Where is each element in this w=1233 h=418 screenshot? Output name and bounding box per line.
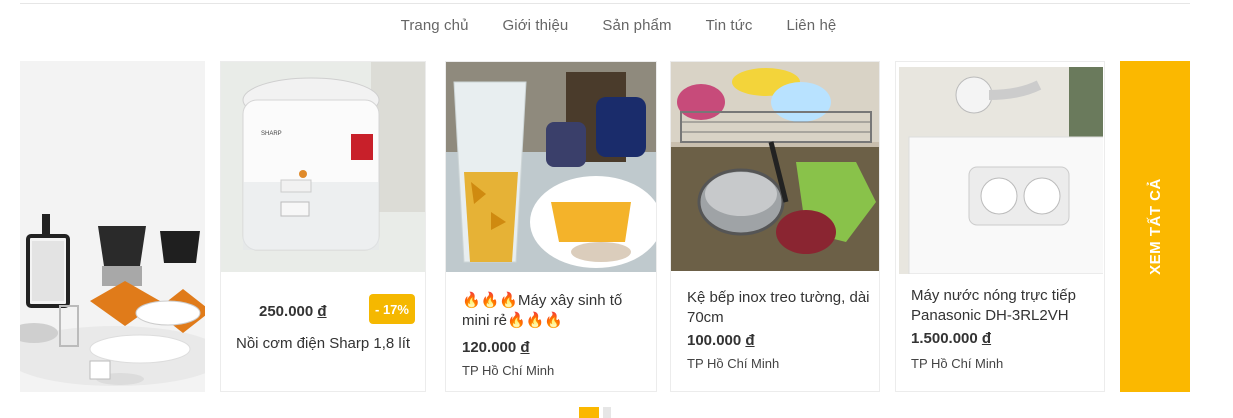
see-all-button[interactable]: XEM TẤT CẢ — [1120, 61, 1190, 392]
product-price: 120.000 đ — [462, 339, 530, 356]
nav-home[interactable]: Trang chủ — [401, 17, 469, 34]
product-price: 1.500.000 đ — [911, 330, 992, 347]
nav-about[interactable]: Giới thiệu — [503, 17, 569, 34]
product-image-kitchen-rack[interactable] — [671, 62, 879, 271]
product-location: TP Hồ Chí Minh — [687, 356, 780, 371]
product-card[interactable]: Máy nước nóng trực tiếp Panasonic DH-3RL… — [895, 61, 1105, 392]
product-card[interactable]: SHARP 250.000 đ - 17% Nồi cơm điện Sharp… — [220, 61, 426, 392]
product-title[interactable]: Kệ bếp inox treo tường, dài 70cm — [687, 288, 873, 328]
product-card[interactable]: 🔥🔥🔥Máy xây sinh tố mini rẻ🔥🔥🔥 120.000 đ … — [445, 61, 657, 392]
product-price: 250.000 đ — [259, 303, 327, 320]
product-image-rice-cooker[interactable]: SHARP — [221, 62, 425, 272]
discount-badge: - 17% — [369, 294, 415, 324]
see-all-label: XEM TẤT CẢ — [1146, 178, 1164, 275]
top-divider — [20, 3, 1190, 4]
product-image-blender[interactable] — [446, 62, 656, 272]
product-image-water-heater[interactable] — [899, 67, 1103, 274]
product-title[interactable]: Máy nước nóng trực tiếp Panasonic DH-3RL… — [911, 286, 1101, 326]
nav-products[interactable]: Sản phẩm — [602, 17, 671, 34]
nav-contact[interactable]: Liên hệ — [786, 17, 836, 34]
product-location: TP Hồ Chí Minh — [462, 363, 555, 378]
svg-text:SHARP: SHARP — [261, 131, 282, 137]
carousel-dot-2[interactable] — [603, 407, 611, 418]
nav-news[interactable]: Tin tức — [706, 17, 753, 34]
carousel-dot-1[interactable] — [579, 407, 599, 418]
product-card[interactable]: Kệ bếp inox treo tường, dài 70cm 100.000… — [670, 61, 880, 392]
main-nav: Trang chủ Giới thiệu Sản phẩm Tin tức Li… — [0, 17, 1233, 34]
category-banner-image[interactable] — [20, 61, 205, 392]
product-price: 100.000 đ — [687, 332, 755, 349]
carousel-pagination — [579, 407, 611, 418]
product-location: TP Hồ Chí Minh — [911, 356, 1004, 371]
product-title[interactable]: 🔥🔥🔥Máy xây sinh tố mini rẻ🔥🔥🔥 — [462, 291, 652, 331]
product-title[interactable]: Nồi cơm điện Sharp 1,8 lít — [236, 334, 421, 354]
